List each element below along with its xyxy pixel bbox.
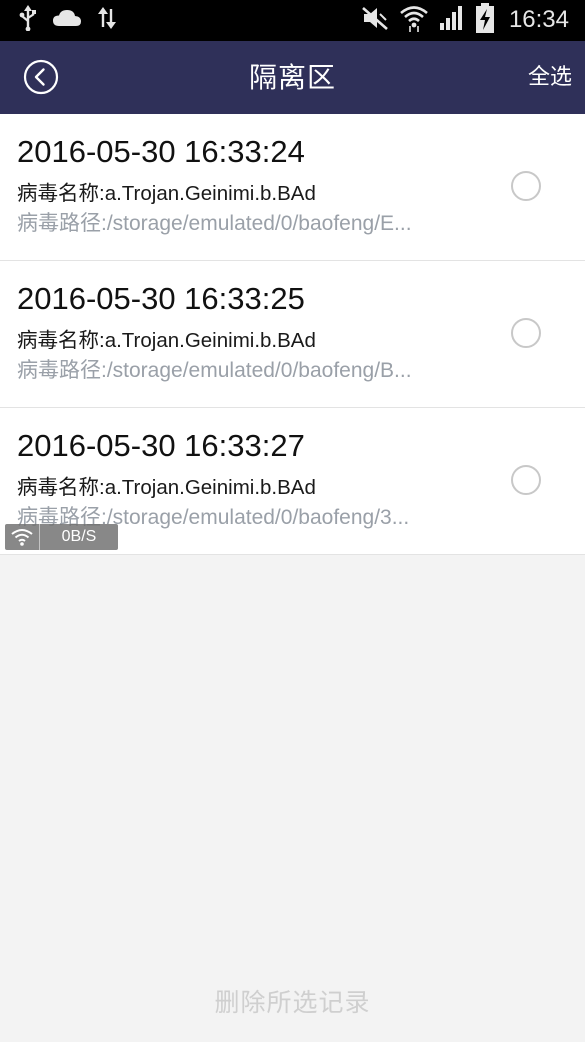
item-time: 2016-05-30 16:33:25 <box>17 281 305 316</box>
usb-icon <box>18 5 38 35</box>
item-virus-name: 病毒名称:a.Trojan.Geinimi.b.BAd <box>17 329 316 352</box>
page-title: 隔离区 <box>248 61 336 94</box>
data-transfer-icon <box>96 7 118 33</box>
network-speed-text: 0B/S <box>61 528 97 545</box>
list-item[interactable]: 2016-05-30 16:33:25 病毒名称:a.Trojan.Geinim… <box>0 261 585 408</box>
title-bar: 隔离区 全选 <box>0 41 585 114</box>
item-select-radio[interactable] <box>511 171 541 201</box>
cloud-icon <box>52 8 82 32</box>
status-right-icons: 16:34 <box>361 3 569 37</box>
status-left-icons <box>18 5 118 35</box>
list-item[interactable]: 2016-05-30 16:33:24 病毒名称:a.Trojan.Geinim… <box>0 114 585 261</box>
bottom-bar: 删除所选记录 <box>0 967 585 1039</box>
item-time: 2016-05-30 16:33:27 <box>17 428 305 463</box>
quarantine-list: 2016-05-30 16:33:24 病毒名称:a.Trojan.Geinim… <box>0 114 585 555</box>
status-bar: 16:34 <box>0 0 585 41</box>
item-virus-name: 病毒名称:a.Trojan.Geinimi.b.BAd <box>17 182 316 205</box>
wifi-icon <box>5 524 40 550</box>
select-all-button[interactable]: 全选 <box>528 41 572 114</box>
battery-charging-icon <box>475 3 495 37</box>
delete-selected-button[interactable]: 删除所选记录 <box>214 988 370 1017</box>
network-speed-badge[interactable]: 0B/S <box>5 524 118 550</box>
item-select-radio[interactable] <box>511 465 541 495</box>
item-select-radio[interactable] <box>511 318 541 348</box>
item-virus-path: 病毒路径:/storage/emulated/0/baofeng/B... <box>17 359 412 382</box>
mute-icon <box>361 5 389 35</box>
item-virus-path: 病毒路径:/storage/emulated/0/baofeng/E... <box>17 212 412 235</box>
wifi-icon <box>399 4 429 36</box>
status-clock: 16:34 <box>508 6 569 33</box>
item-time: 2016-05-30 16:33:24 <box>17 134 305 169</box>
item-virus-name: 病毒名称:a.Trojan.Geinimi.b.BAd <box>17 476 316 499</box>
signal-icon <box>439 5 465 35</box>
